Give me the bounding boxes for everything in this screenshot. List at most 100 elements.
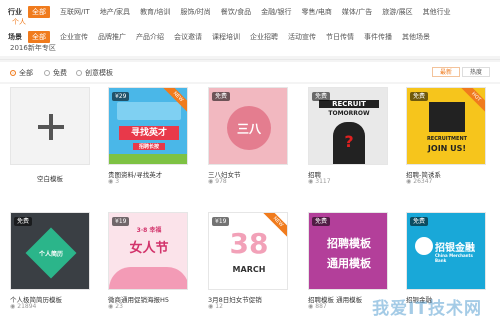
eye-icon: ◉ — [10, 303, 16, 310]
industry-option[interactable]: 地产/家具 — [100, 7, 130, 17]
industry-option[interactable]: 零售/电商 — [302, 7, 332, 17]
industry-option[interactable]: 金融/银行 — [261, 7, 291, 17]
scene-option-all[interactable]: 全部 — [28, 31, 50, 43]
thumb-headline: RECRUIT — [319, 100, 379, 108]
view-count: ◉ 23 — [108, 303, 123, 310]
sort-newest-button[interactable]: 最新 — [432, 67, 460, 77]
industry-option[interactable]: 旅游/展区 — [382, 7, 412, 17]
template-card[interactable]: ¥29 NEW 寻找英才 招聘长按 贵图资料/寻找英才 ◉ 3 — [108, 87, 188, 185]
thumb-headline: 招银金融 — [435, 243, 475, 254]
eye-icon: ◉ — [308, 178, 314, 185]
radio-label: 创意模板 — [85, 69, 113, 77]
free-badge: 免费 — [410, 217, 429, 226]
card-thumbnail — [10, 87, 90, 165]
thumb-headline: 招聘模板 — [327, 237, 371, 250]
thumb-subline: MARCH — [232, 265, 266, 274]
scene-option[interactable]: 事件传播 — [364, 32, 392, 42]
filter-panel: 行业 全部 互联网/IT 地产/家具 教育/培训 服饰/时尚 餐饮/食品 金融/… — [0, 0, 500, 56]
template-card[interactable]: 免费 三八 三八妇女节 ◉ 978 — [208, 87, 288, 185]
radio-label: 全部 — [19, 69, 33, 77]
free-badge: ¥19 — [112, 217, 130, 226]
scene-option[interactable]: 企业宣传 — [60, 32, 88, 42]
thumb-subline: RECRUITMENT — [426, 136, 468, 142]
card-thumbnail: ¥29 NEW 寻找英才 招聘长按 — [108, 87, 188, 165]
scene-filter-row: 场景 全部 企业宣传 品牌推广 产品介绍 会议邀请 课程培训 企业招聘 活动宣传… — [8, 31, 440, 43]
scene-option[interactable]: 企业招聘 — [250, 32, 278, 42]
template-card[interactable]: 免费 个人简历 个人极简简历模板 ◉ 21894 — [10, 212, 90, 310]
industry-option[interactable]: 媒体/广告 — [342, 7, 372, 17]
blank-template-card[interactable]: 空白模板 — [10, 87, 90, 185]
radio-dot-icon — [44, 70, 50, 76]
scene-option[interactable]: 节日传情 — [326, 32, 354, 42]
scene-option[interactable]: 其他场景 — [402, 32, 430, 42]
template-card[interactable]: ¥19 NEW 38 MARCH 3月8日妇女节促销 ◉ 12 — [208, 212, 288, 310]
card-thumbnail: ¥19 3·8 幸福 女人节 — [108, 212, 188, 290]
radio-label: 免费 — [53, 69, 67, 77]
plus-icon — [38, 114, 64, 140]
scene-option[interactable]: 品牌推广 — [98, 32, 126, 42]
thumb-headline: 38 — [229, 227, 269, 260]
thumb-subline: 招聘长按 — [133, 143, 165, 150]
industry-label: 行业 — [8, 8, 22, 16]
eye-icon: ◉ — [308, 303, 314, 310]
template-card[interactable]: 免费 HOT RECRUITMENT JOIN US! 招聘-简诱系 ◉ 2634… — [406, 87, 486, 185]
free-badge: 免费 — [312, 92, 331, 101]
industry-filter-row: 行业 全部 互联网/IT 地产/家具 教育/培训 服饰/时尚 餐饮/食品 金融/… — [8, 6, 461, 18]
template-card[interactable]: 免费 RECRUIT TOMORROW ? 招聘 ◉ 3117 — [308, 87, 388, 185]
free-badge: 免费 — [410, 92, 429, 101]
scene-option[interactable]: 会议邀请 — [174, 32, 202, 42]
scene-option[interactable]: 活动宣传 — [288, 32, 316, 42]
eye-icon: ◉ — [208, 178, 214, 185]
card-thumbnail: 免费 个人简历 — [10, 212, 90, 290]
thumb-headline: 寻找英才 — [119, 126, 179, 140]
card-thumbnail: 免费 招银金融 China Merchants Bank — [406, 212, 486, 290]
thumb-subline: TOMORROW — [328, 110, 370, 117]
view-count: ◉ 887 — [308, 303, 327, 310]
scene-sub-option[interactable]: 2016新年专区 — [10, 43, 56, 53]
eye-icon: ◉ — [208, 303, 214, 310]
view-count: ◉ 978 — [208, 178, 227, 185]
scene-option[interactable]: 产品介绍 — [136, 32, 164, 42]
radio-all[interactable]: 全部 — [10, 68, 33, 78]
card-thumbnail: 免费 RECRUIT TOMORROW ? — [308, 87, 388, 165]
radio-dot-icon — [76, 70, 82, 76]
industry-option[interactable]: 餐饮/食品 — [221, 7, 251, 17]
card-title: 空白模板 — [37, 175, 63, 183]
price-badge: ¥29 — [112, 92, 130, 101]
radio-free[interactable]: 免费 — [44, 68, 67, 78]
card-thumbnail: ¥19 NEW 38 MARCH — [208, 212, 288, 290]
card-thumbnail: 免费 三八 — [208, 87, 288, 165]
radio-dot-icon — [10, 70, 16, 76]
industry-option[interactable]: 服饰/时尚 — [180, 7, 210, 17]
view-count: ◉ 21894 — [10, 303, 37, 310]
industry-sub-option[interactable]: 个人 — [12, 17, 26, 27]
scene-option[interactable]: 课程培训 — [212, 32, 240, 42]
view-count: ◉ 3 — [108, 178, 120, 185]
eye-icon: ◉ — [108, 178, 114, 185]
watermark: 我爱IT技术网 — [372, 299, 482, 319]
industry-option[interactable]: 教育/培训 — [140, 7, 170, 17]
view-count: ◉ 3117 — [308, 178, 331, 185]
thumb-headline: JOIN US! — [427, 144, 467, 153]
card-thumbnail: 免费 招聘模板 通用模板 — [308, 212, 388, 290]
scene-label: 场景 — [8, 33, 22, 41]
radio-creative[interactable]: 创意模板 — [76, 68, 113, 78]
divider — [0, 59, 500, 60]
sort-hot-button[interactable]: 热度 — [462, 67, 490, 77]
thumb-headline: 个人简历 — [38, 251, 63, 258]
industry-option-all[interactable]: 全部 — [28, 6, 50, 18]
thumb-headline: 女人节 — [129, 241, 169, 256]
eye-icon: ◉ — [108, 303, 114, 310]
template-grid: 空白模板 ¥29 NEW 寻找英才 招聘长按 贵图资料/寻找英才 ◉ 3 免费 三… — [0, 84, 500, 322]
card-title: 贵图资料/寻找英才 — [108, 171, 163, 179]
template-card[interactable]: ¥19 3·8 幸福 女人节 微商通用促销海报H5 ◉ 23 — [108, 212, 188, 310]
thumb-subline: 通用模板 — [327, 257, 371, 270]
free-badge: 免费 — [212, 92, 231, 101]
thumb-subline: 3·8 幸福 — [136, 227, 162, 234]
card-thumbnail: 免费 HOT RECRUITMENT JOIN US! — [406, 87, 486, 165]
view-count: ◉ 12 — [208, 303, 223, 310]
industry-option[interactable]: 其他行业 — [423, 7, 451, 17]
bank-logo-icon — [415, 237, 433, 255]
toolbar: 全部 免费 创意模板 最新 热度 — [0, 62, 500, 82]
industry-option[interactable]: 互联网/IT — [60, 7, 90, 17]
